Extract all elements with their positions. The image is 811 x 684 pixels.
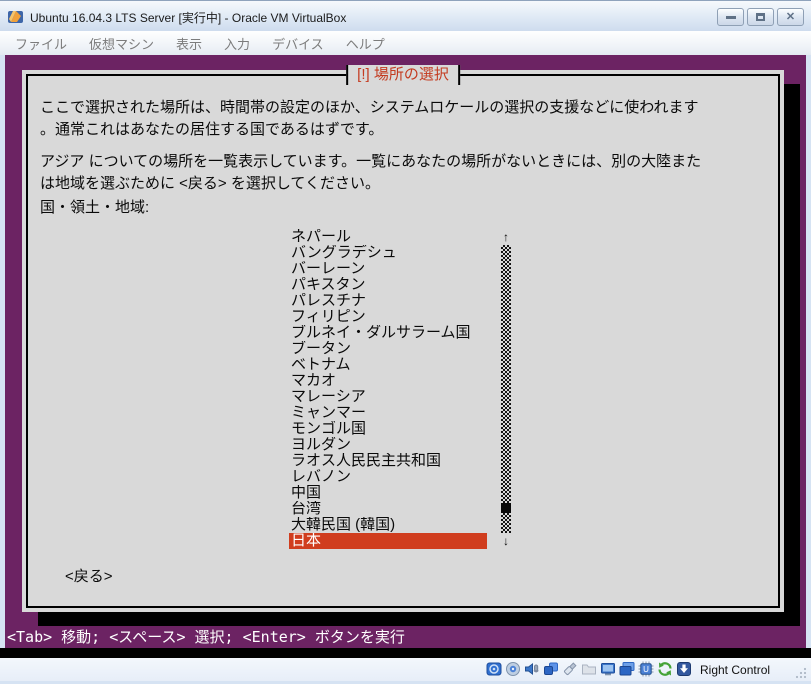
menu-file[interactable]: ファイル: [4, 34, 78, 53]
country-list-item[interactable]: ミャンマー: [289, 405, 487, 421]
country-list-item[interactable]: 中国: [289, 485, 487, 501]
country-list-item[interactable]: ヨルダン: [289, 437, 487, 453]
country-list-item[interactable]: ネパール: [289, 229, 487, 245]
hint-paragraph: アジア についての場所を一覧表示しています。一覧にあなたの場所がないときには、別…: [40, 151, 701, 195]
scroll-down-icon[interactable]: ↓: [501, 533, 511, 549]
menu-input[interactable]: 入力: [213, 34, 261, 53]
host-key-label: Right Control: [700, 663, 771, 677]
display-icon[interactable]: [600, 661, 616, 677]
menu-bar: ファイル 仮想マシン 表示 入力 デバイス ヘルプ: [0, 31, 811, 55]
country-list-item[interactable]: マレーシア: [289, 389, 487, 405]
virtualbox-logo-icon: [7, 8, 24, 25]
country-list-item[interactable]: ブルネイ・ダルサラーム国: [289, 325, 487, 341]
country-list-item[interactable]: モンゴル国: [289, 421, 487, 437]
audio-icon[interactable]: [524, 661, 540, 677]
country-list: ネパール バングラデシュ バーレーン パキスタン パレスチナ フィリピン ブルネ…: [289, 229, 487, 549]
menu-machine[interactable]: 仮想マシン: [78, 34, 165, 53]
country-list-item[interactable]: パキスタン: [289, 277, 487, 293]
menu-devices[interactable]: デバイス: [261, 34, 335, 53]
restore-button[interactable]: [747, 8, 774, 26]
intro-line-1: ここで選択された場所は、時間帯の設定のほか、システムロケールの選択の支援などに使…: [40, 99, 699, 116]
country-list-item[interactable]: 大韓民国 (韓国): [289, 517, 487, 533]
keyboard-capture-icon[interactable]: [676, 661, 692, 677]
menu-help[interactable]: ヘルプ: [335, 34, 396, 53]
country-list-item[interactable]: 台湾: [289, 501, 487, 517]
hint-line-2: は地域を選ぶために <戻る> を選択してください。: [40, 175, 380, 192]
cpu-features-icon[interactable]: U: [638, 661, 654, 677]
country-list-item[interactable]: パレスチナ: [289, 293, 487, 309]
keyboard-help-line: <Tab> 移動; <スペース> 選択; <Enter> ボタンを実行: [7, 628, 405, 646]
close-button[interactable]: ✕: [777, 8, 804, 26]
country-list-item-selected[interactable]: 日本: [289, 533, 487, 549]
intro-line-2: 。通常これはあなたの居住する国であるはずです。: [40, 121, 384, 138]
list-scrollbar[interactable]: ↑ ↓: [501, 229, 511, 549]
country-list-item[interactable]: バーレーン: [289, 261, 487, 277]
hard-disks-icon[interactable]: [486, 661, 502, 677]
country-list-item[interactable]: フィリピン: [289, 309, 487, 325]
network-icon[interactable]: [543, 661, 559, 677]
scrollbar-track[interactable]: [501, 245, 511, 533]
shared-folders-icon[interactable]: [581, 661, 597, 677]
usb-devices-icon[interactable]: [562, 661, 578, 677]
country-list-label: 国・領土・地域:: [40, 199, 150, 216]
country-list-item[interactable]: ラオス人民民主共和国: [289, 453, 487, 469]
country-list-item[interactable]: ブータン: [289, 341, 487, 357]
installer-dialog: [!] 場所の選択 ここで選択された場所は、時間帯の設定のほか、システムロケール…: [22, 65, 784, 612]
minimize-button[interactable]: [717, 8, 744, 26]
optical-drives-icon[interactable]: [505, 661, 521, 677]
dialog-title: [!] 場所の選択: [346, 65, 460, 85]
menu-view[interactable]: 表示: [165, 34, 213, 53]
country-list-item[interactable]: ベトナム: [289, 357, 487, 373]
recording-icon[interactable]: [619, 661, 635, 677]
resize-grip-icon[interactable]: [795, 666, 807, 679]
status-bar: U Right Control: [0, 658, 811, 681]
intro-paragraph: ここで選択された場所は、時間帯の設定のほか、システムロケールの選択の支援などに使…: [40, 97, 699, 141]
country-list-item[interactable]: バングラデシュ: [289, 245, 487, 261]
scrollbar-thumb[interactable]: [501, 503, 511, 513]
title-bar[interactable]: Ubuntu 16.04.3 LTS Server [実行中] - Oracle…: [0, 0, 811, 31]
country-list-item[interactable]: マカオ: [289, 373, 487, 389]
mouse-integration-icon[interactable]: [657, 661, 673, 677]
scroll-up-icon[interactable]: ↑: [501, 229, 511, 245]
window-title: Ubuntu 16.04.3 LTS Server [実行中] - Oracle…: [30, 11, 347, 25]
vm-screen-bottom-strip: [0, 648, 811, 658]
country-list-item[interactable]: レバノン: [289, 469, 487, 485]
close-icon: ✕: [785, 10, 796, 23]
back-button[interactable]: <戻る>: [65, 565, 113, 586]
minimize-icon: [725, 15, 736, 19]
hint-line-1: アジア についての場所を一覧表示しています。一覧にあなたの場所がないときには、別…: [40, 153, 702, 170]
restore-icon: [756, 13, 765, 21]
svg-text:U: U: [643, 665, 649, 674]
